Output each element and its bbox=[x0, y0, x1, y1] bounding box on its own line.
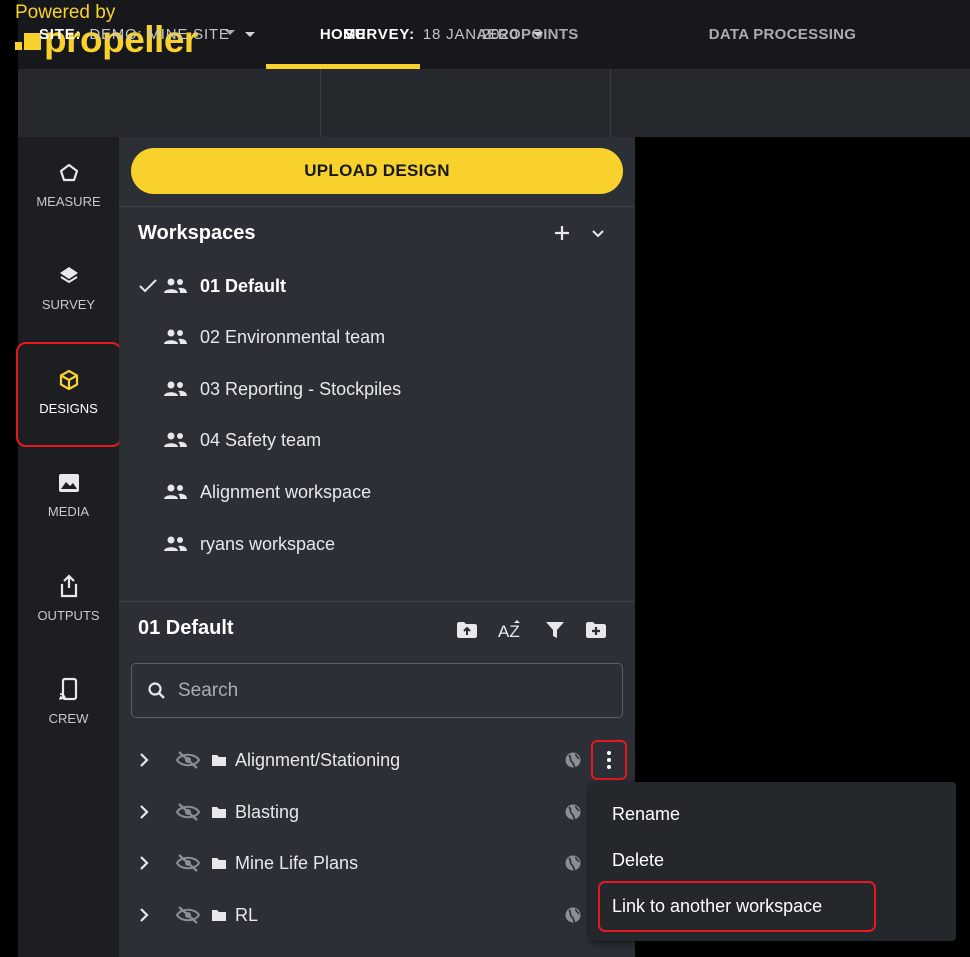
visibility-off-icon[interactable] bbox=[175, 750, 201, 770]
workspaces-title: Workspaces bbox=[138, 222, 256, 244]
folder-name: Alignment/Stationing bbox=[235, 749, 401, 770]
people-icon bbox=[162, 277, 188, 295]
collapse-chevron-down-icon[interactable] bbox=[591, 229, 605, 239]
site-survey-bar bbox=[18, 69, 970, 137]
site-value: DEMO: MINE SITE bbox=[89, 25, 230, 43]
globe-icon bbox=[564, 751, 582, 769]
chevron-down-icon bbox=[532, 30, 544, 38]
chevron-down-icon bbox=[244, 30, 256, 38]
workspace-item[interactable]: 01 Default bbox=[138, 266, 286, 306]
sort-az-icon[interactable]: AZ bbox=[497, 618, 523, 642]
folder-name: Mine Life Plans bbox=[235, 852, 359, 873]
globe-icon bbox=[564, 906, 582, 924]
people-icon bbox=[162, 328, 188, 346]
workspace-item[interactable]: ryans workspace bbox=[138, 524, 335, 564]
image-icon bbox=[57, 472, 81, 494]
site-selector[interactable]: SITE: DEMO: MINE SITE bbox=[39, 0, 256, 68]
visibility-off-icon[interactable] bbox=[175, 853, 201, 873]
cast-icon bbox=[58, 677, 80, 701]
workspace-item[interactable]: 04 Safety team bbox=[138, 420, 321, 460]
folder-row[interactable]: Blasting bbox=[119, 786, 635, 838]
workspace-item[interactable]: 02 Environmental team bbox=[138, 317, 385, 357]
logo-mark-icon bbox=[15, 33, 41, 53]
divider bbox=[610, 69, 611, 137]
check-icon bbox=[138, 278, 162, 294]
pentagon-icon bbox=[58, 162, 80, 184]
folder-icon bbox=[211, 856, 227, 870]
rail-item-measure[interactable]: MEASURE bbox=[18, 140, 119, 230]
chevron-right-icon[interactable] bbox=[138, 752, 158, 768]
add-workspace-plus-icon[interactable] bbox=[553, 224, 571, 242]
filter-icon[interactable] bbox=[545, 621, 565, 639]
more-options-button[interactable] bbox=[591, 740, 627, 780]
people-icon bbox=[162, 483, 188, 501]
layers-icon bbox=[58, 265, 80, 287]
folder-icon bbox=[211, 908, 227, 922]
folder-row[interactable]: RL bbox=[119, 889, 635, 941]
chevron-right-icon[interactable] bbox=[138, 804, 158, 820]
search-input[interactable] bbox=[176, 678, 580, 703]
people-icon bbox=[162, 380, 188, 398]
folder-name: Blasting bbox=[235, 801, 300, 822]
designs-highlight-box bbox=[16, 342, 122, 447]
divider bbox=[119, 601, 635, 602]
search-field[interactable] bbox=[131, 663, 623, 718]
share-upload-icon bbox=[58, 573, 80, 598]
people-icon bbox=[162, 535, 188, 553]
chevron-right-icon[interactable] bbox=[138, 907, 158, 923]
menu-item-rename[interactable]: Rename bbox=[612, 794, 680, 834]
globe-icon bbox=[564, 854, 582, 872]
folder-row[interactable]: Alignment/Stationing bbox=[119, 734, 635, 786]
divider bbox=[119, 206, 635, 207]
upload-design-button[interactable]: UPLOAD DESIGN bbox=[131, 148, 623, 194]
survey-value: 18 JAN 2020 bbox=[422, 25, 519, 43]
rail-item-crew[interactable]: CREW bbox=[18, 656, 119, 746]
people-icon bbox=[162, 431, 188, 449]
rail-item-outputs[interactable]: OUTPUTS bbox=[18, 553, 119, 643]
tab-data-processing[interactable]: DATA PROCESSING bbox=[680, 0, 885, 69]
rail-item-media[interactable]: MEDIA bbox=[18, 450, 119, 540]
folder-icon bbox=[211, 753, 227, 767]
current-workspace-title: 01 Default bbox=[138, 617, 234, 639]
search-icon bbox=[148, 681, 166, 700]
menu-item-delete[interactable]: Delete bbox=[612, 840, 664, 880]
globe-icon bbox=[564, 803, 582, 821]
visibility-off-icon[interactable] bbox=[175, 905, 201, 925]
workspace-item[interactable]: 03 Reporting - Stockpiles bbox=[138, 369, 401, 409]
workspace-item[interactable]: Alignment workspace bbox=[138, 472, 371, 512]
folder-name: RL bbox=[235, 904, 259, 925]
new-folder-icon[interactable] bbox=[584, 620, 608, 640]
folder-upload-icon[interactable] bbox=[455, 620, 479, 640]
kebab-menu-icon bbox=[606, 750, 612, 770]
folder-row[interactable]: Mine Life Plans bbox=[119, 837, 635, 889]
link-workspace-highlight-box bbox=[598, 881, 876, 932]
folder-icon bbox=[211, 805, 227, 819]
survey-selector[interactable]: SURVEY: 18 JAN 2020 bbox=[344, 0, 544, 68]
svg-text:AZ: AZ bbox=[498, 622, 520, 641]
rail-item-survey[interactable]: SURVEY bbox=[18, 243, 119, 333]
chevron-right-icon[interactable] bbox=[138, 855, 158, 871]
visibility-off-icon[interactable] bbox=[175, 802, 201, 822]
divider bbox=[320, 69, 321, 137]
